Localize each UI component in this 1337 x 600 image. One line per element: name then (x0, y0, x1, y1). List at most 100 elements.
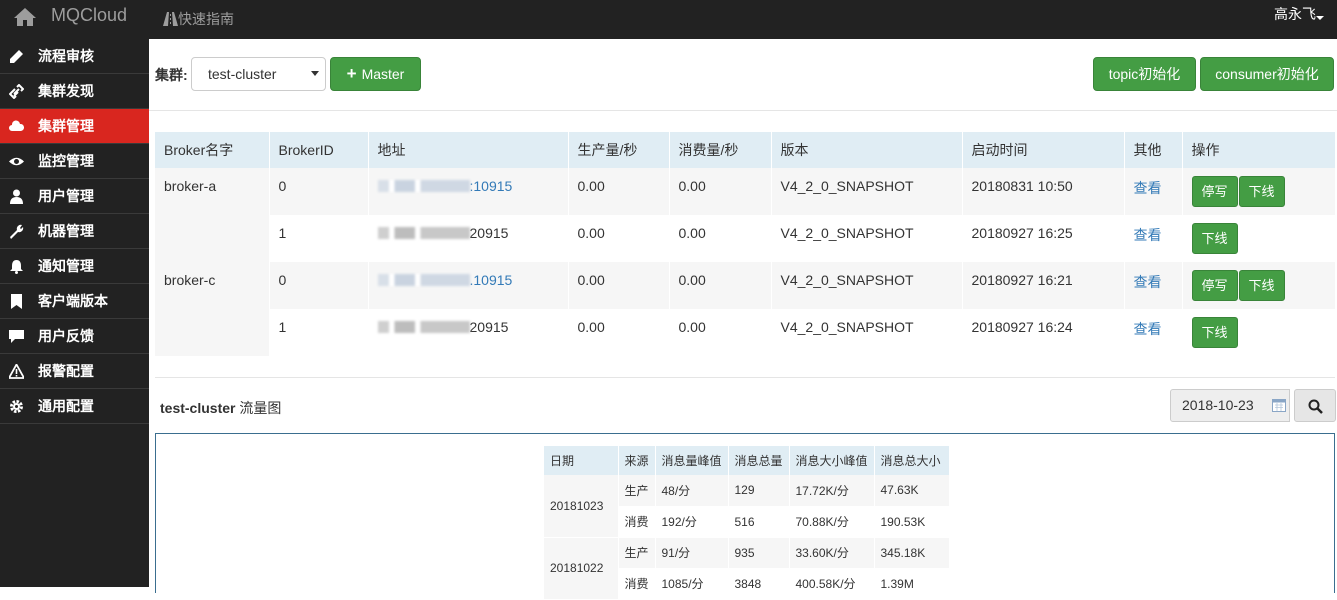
broker-version: V4_2_0_SNAPSHOT (771, 309, 963, 356)
link-icon (9, 84, 24, 99)
size-peak: 70.88K/分 (789, 506, 875, 538)
search-icon (1308, 399, 1323, 414)
flow-cluster-name: test-cluster (160, 400, 236, 416)
size-peak: 400.58K/分 (789, 568, 875, 600)
stop-write-button[interactable]: 停写 (1191, 176, 1238, 207)
sidebar-item-process-review[interactable]: 流程审核 (0, 39, 149, 74)
offline-button[interactable]: 下线 (1191, 223, 1238, 254)
sidebar-item-notifications[interactable]: 通知管理 (0, 249, 149, 284)
table-row: 1 20915 0.00 0.00 V4_2_0_SNAPSHOT 201809… (155, 215, 1336, 262)
sidebar-item-label: 流程审核 (38, 48, 94, 64)
address-port[interactable]: .10915 (470, 272, 513, 288)
quick-guide-link[interactable]: 快速指南 (163, 9, 234, 29)
offline-button[interactable]: 下线 (1191, 317, 1238, 348)
offline-button[interactable]: 下线 (1238, 270, 1285, 301)
column-header: 操作 (1182, 132, 1336, 168)
size-total: 47.63K (874, 475, 950, 507)
view-link[interactable]: 查看 (1134, 180, 1162, 196)
sidebar-item-label: 客户端版本 (38, 293, 108, 309)
broker-address[interactable]: .10915 (368, 262, 569, 309)
produce-rate: 0.00 (568, 309, 670, 356)
cluster-select[interactable]: test-cluster (191, 57, 326, 91)
calendar-icon[interactable] (1272, 398, 1286, 412)
sidebar-item-feedback[interactable]: 用户反馈 (0, 319, 149, 354)
view-link[interactable]: 查看 (1134, 227, 1162, 243)
caret-down-icon[interactable] (1316, 16, 1324, 20)
table-row: broker-a 0 :10915 0.00 0.00 V4_2_0_SNAPS… (155, 168, 1336, 262)
msg-total: 129 (728, 475, 790, 507)
masked-address (377, 227, 470, 239)
size-peak: 33.60K/分 (789, 537, 875, 569)
consume-rate: 0.00 (669, 215, 772, 262)
search-button[interactable] (1294, 389, 1336, 422)
gear-icon (10, 400, 23, 413)
address-port[interactable]: :10915 (470, 178, 513, 194)
view-link[interactable]: 查看 (1134, 274, 1162, 290)
sidebar-item-client-versions[interactable]: 客户端版本 (0, 284, 149, 319)
size-peak: 17.72K/分 (789, 475, 875, 507)
sidebar-item-monitoring[interactable]: 监控管理 (0, 144, 149, 179)
eye-icon (9, 157, 24, 166)
consume-rate: 0.00 (669, 309, 772, 356)
broker-id: 1 (269, 309, 369, 356)
broker-id: 1 (269, 215, 369, 262)
bell-icon (10, 260, 23, 274)
brand-logo[interactable]: MQCloud (51, 5, 127, 26)
msg-peak: 192/分 (655, 506, 729, 538)
column-header: 消息大小峰值 (789, 446, 875, 475)
table-row: 20181023 生产 48/分 129 17.72K/分 47.63K (544, 475, 950, 538)
msg-total: 935 (728, 537, 790, 569)
column-header: BrokerID (269, 132, 369, 168)
add-master-button[interactable]: + Master (330, 57, 421, 91)
masked-address (377, 321, 470, 333)
flow-title-suffix: 流量图 (235, 400, 282, 416)
sidebar-item-cluster-management[interactable]: 集群管理 (0, 109, 149, 144)
date-picker-input[interactable]: 2018-10-23 (1170, 389, 1290, 422)
offline-button[interactable]: 下线 (1238, 176, 1285, 207)
topic-init-button[interactable]: topic初始化 (1093, 57, 1196, 91)
view-link[interactable]: 查看 (1134, 321, 1162, 337)
sidebar-item-cluster-discovery[interactable]: 集群发现 (0, 74, 149, 109)
sidebar-item-machines[interactable]: 机器管理 (0, 214, 149, 249)
size-total: 1.39M (874, 568, 950, 600)
broker-version: V4_2_0_SNAPSHOT (771, 262, 963, 309)
user-menu[interactable]: 高永飞 (1274, 4, 1316, 24)
column-header: 消息总量 (728, 446, 790, 475)
column-header: 地址 (368, 132, 569, 168)
sidebar-item-alarm-config[interactable]: 报警配置 (0, 354, 149, 389)
stop-write-button[interactable]: 停写 (1191, 270, 1238, 301)
flow-date: 20181023 (544, 475, 619, 538)
flow-source: 生产 (618, 475, 656, 507)
broker-address: 20915 (368, 215, 569, 262)
produce-rate: 0.00 (568, 262, 670, 309)
broker-id: 0 (269, 168, 369, 215)
sidebar-item-label: 集群管理 (38, 118, 94, 134)
column-header: 消息量峰值 (655, 446, 729, 475)
msg-total: 516 (728, 506, 790, 538)
column-header: 版本 (771, 132, 963, 168)
sidebar-item-users[interactable]: 用户管理 (0, 179, 149, 214)
broker-version: V4_2_0_SNAPSHOT (771, 215, 963, 262)
column-header: 消费量/秒 (669, 132, 772, 168)
home-icon[interactable] (13, 6, 37, 28)
table-header-row: 日期 来源 消息量峰值 消息总量 消息大小峰值 消息总大小 (544, 446, 950, 475)
road-icon (163, 12, 178, 26)
broker-address: 20915 (368, 309, 569, 356)
divider (149, 110, 1337, 111)
column-header: Broker名字 (155, 132, 270, 168)
masked-address (377, 180, 470, 192)
flow-date: 20181022 (544, 537, 619, 600)
caret-down-icon (311, 71, 319, 76)
sidebar: 流程审核 集群发现 集群管理 监控管理 用户管理 机器管理 通知管理 客户端版本… (0, 39, 149, 587)
main-content: 集群: test-cluster + Master topic初始化 consum… (149, 39, 1337, 600)
broker-address[interactable]: :10915 (368, 168, 569, 215)
masked-address (377, 274, 470, 286)
sidebar-item-general-config[interactable]: 通用配置 (0, 389, 149, 424)
size-total: 345.18K (874, 537, 950, 569)
consumer-init-button[interactable]: consumer初始化 (1200, 57, 1334, 91)
sidebar-item-label: 报警配置 (38, 363, 94, 379)
start-time: 20180927 16:25 (962, 215, 1125, 262)
flow-chart-title: test-cluster 流量图 (160, 398, 281, 418)
broker-version: V4_2_0_SNAPSHOT (771, 168, 963, 215)
bookmark-icon (11, 294, 22, 309)
